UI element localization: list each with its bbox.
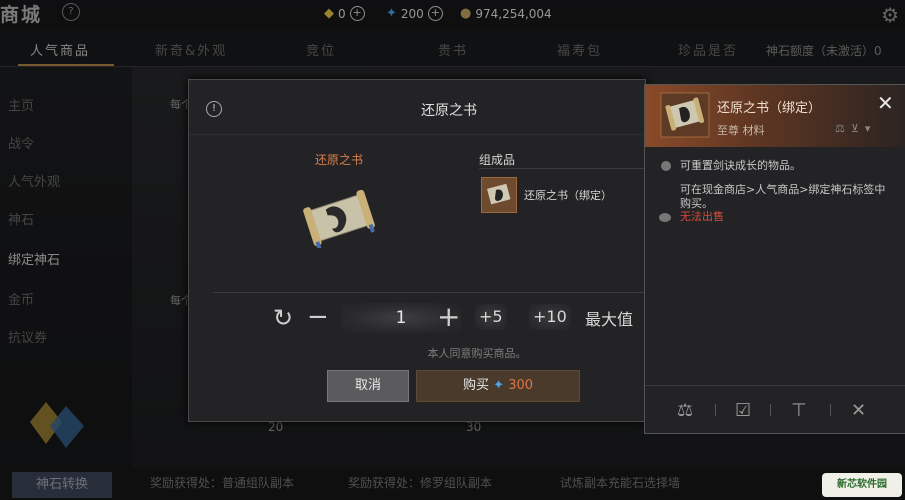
item-detail-panel: 还原之书（绑定） 至尊 材料 ⚖⊻▾ ✕ 可重置剑诀成长的物品。 可在现金商店>… <box>644 84 905 434</box>
decrease-quantity-button[interactable]: − <box>307 302 329 332</box>
scroll-icon <box>660 92 710 138</box>
close-icon[interactable]: ✕ <box>877 91 894 115</box>
item-attribute-icons: ⚖⊻▾ <box>835 122 877 135</box>
buy-price: 300 <box>508 378 534 393</box>
detail-description: 可重置剑诀成长的物品。 <box>680 159 801 172</box>
component-header: 组成品 <box>479 153 516 167</box>
divider <box>479 168 645 169</box>
detail-action-bar: ⚖ ☑ ⊤ ✕ <box>645 385 905 434</box>
reset-quantity-icon[interactable]: ↻ <box>273 304 293 332</box>
divider <box>830 404 831 416</box>
buy-button[interactable]: 购买 ✦ 300 <box>416 370 580 402</box>
component-item-icon[interactable] <box>481 177 517 213</box>
detail-item-grade: 至尊 材料 <box>717 124 765 137</box>
component-item-name: 还原之书（绑定） <box>524 189 612 202</box>
scroll-icon <box>487 183 511 205</box>
divider <box>715 404 716 416</box>
max-quantity-button[interactable]: 最大值 <box>585 306 633 330</box>
detail-purchase-info: 可在现金商店>人气商品>绑定神石标签中购买。 <box>680 183 886 210</box>
dialog-title: 还原之书 <box>421 103 477 119</box>
increase-quantity-button[interactable]: + <box>437 300 460 333</box>
tools-icon[interactable]: ✕ <box>851 400 866 421</box>
cancel-button[interactable]: 取消 <box>327 370 409 402</box>
not-sellable-text: 无法出售 <box>680 210 724 223</box>
add-ten-button[interactable]: +10 <box>529 304 571 330</box>
divider <box>770 404 771 416</box>
cloud-icon <box>659 213 671 222</box>
buy-label: 购买 <box>462 378 489 393</box>
item-label: 还原之书 <box>315 153 364 167</box>
scroll-icon <box>303 189 375 248</box>
bullet-icon <box>661 161 671 171</box>
blue-crystal-icon: ✦ <box>493 378 505 393</box>
scale-icon[interactable]: ⚖ <box>677 400 693 421</box>
watermark-logo: 新芯软件园 <box>822 473 902 497</box>
anvil-icon[interactable]: ⊤ <box>791 400 807 421</box>
divider <box>189 134 645 135</box>
checklist-icon[interactable]: ☑ <box>735 400 751 421</box>
add-five-button[interactable]: +5 <box>475 304 507 330</box>
divider <box>213 292 645 293</box>
purchase-dialog: ! 还原之书 还原之书 组成品 还原之书（绑定） ↻ − 1 + +5 +10 … <box>188 79 646 422</box>
detail-item-name: 还原之书（绑定） <box>717 101 822 116</box>
